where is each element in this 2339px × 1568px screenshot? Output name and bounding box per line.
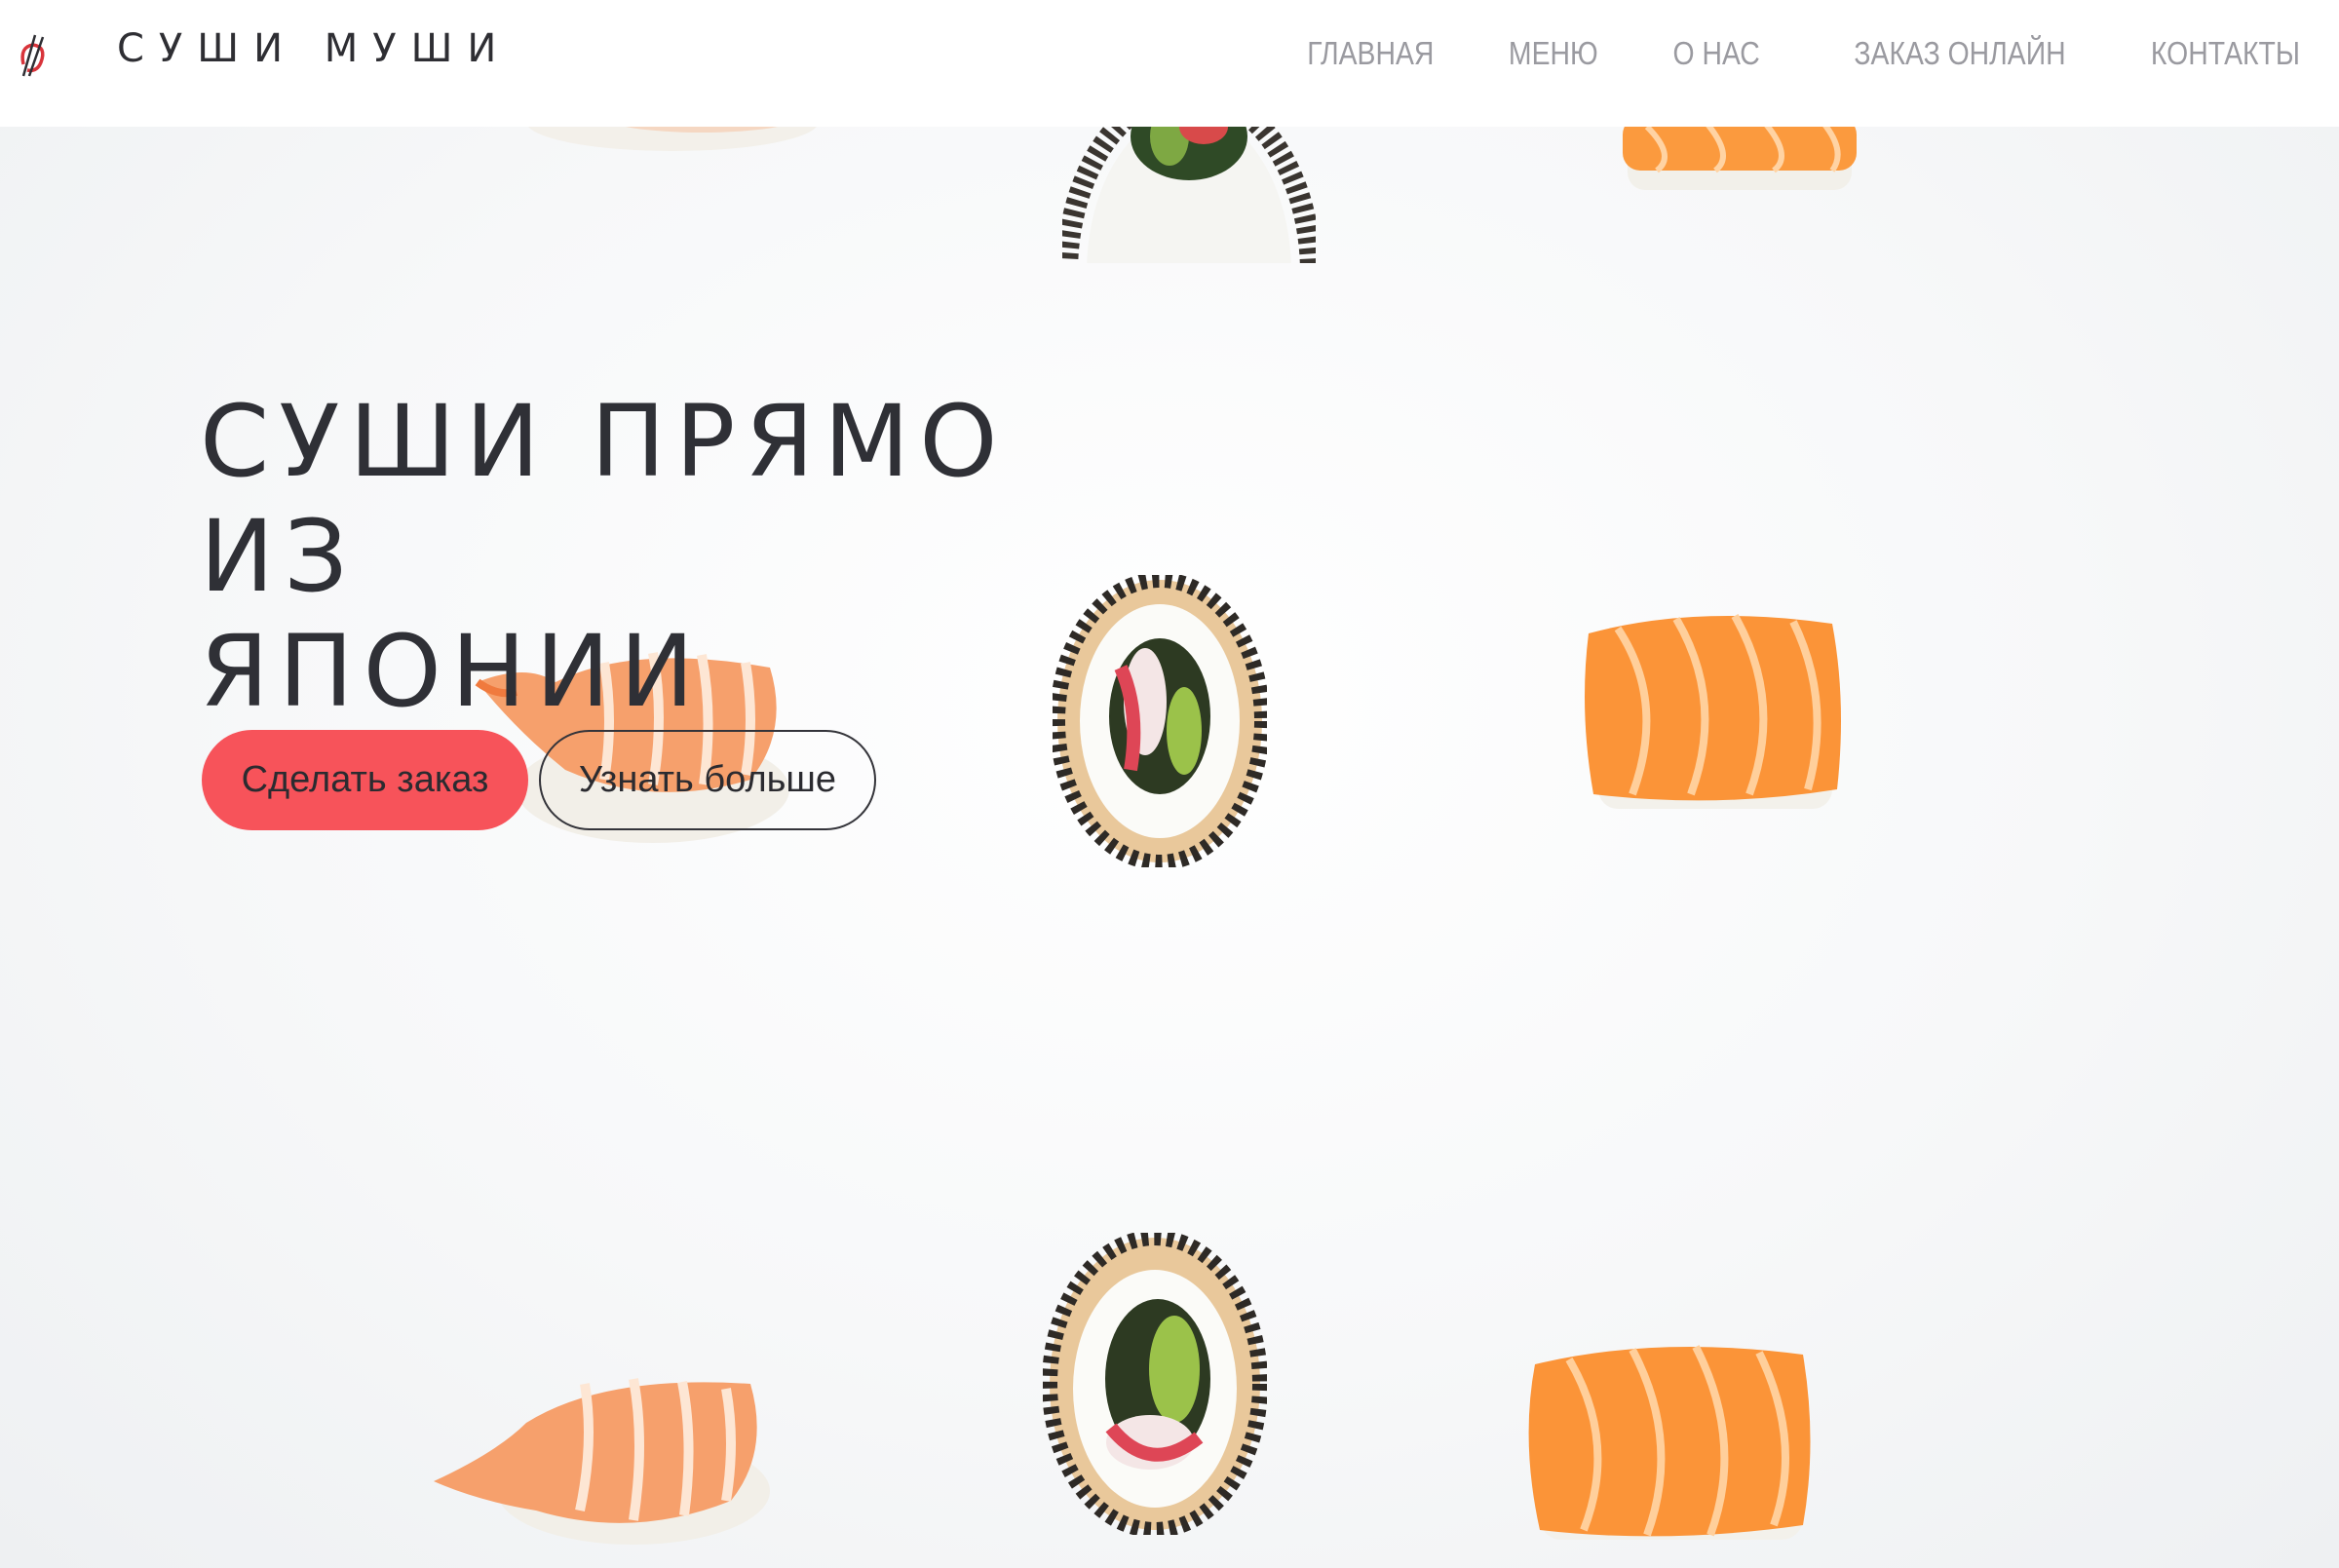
main-nav: ГЛАВНАЯ МЕНЮ О НАС ЗАКАЗ ОНЛАЙН КОНТАКТЫ — [1286, 35, 2300, 72]
brand-name[interactable]: СУШИ МУШИ — [117, 29, 511, 68]
salmon-nigiri-image — [1528, 1345, 1811, 1540]
nav-item-order-online[interactable]: ЗАКАЗ ОНЛАЙН — [1855, 35, 2066, 72]
nav-item-contacts[interactable]: КОНТАКТЫ — [2151, 35, 2300, 72]
shrimp-nigiri-image — [434, 1378, 770, 1545]
salmon-nigiri-image — [1585, 614, 1841, 809]
chopsticks-logo-icon[interactable] — [10, 27, 57, 82]
hero-headline: СУШИ ПРЯМО ИЗ ЯПОНИИ — [200, 385, 1077, 730]
site-header: СУШИ МУШИ ГЛАВНАЯ МЕНЮ О НАС ЗАКАЗ ОНЛАЙ… — [0, 0, 2339, 127]
hero-headline-line1: СУШИ ПРЯМО ИЗ — [200, 384, 1008, 615]
nav-item-home[interactable]: ГЛАВНАЯ — [1307, 35, 1434, 72]
salmon-nigiri-image — [1623, 117, 1857, 190]
nav-item-menu[interactable]: МЕНЮ — [1509, 35, 1598, 72]
nav-item-about[interactable]: О НАС — [1672, 35, 1759, 72]
uramaki-roll-image — [1043, 1233, 1267, 1535]
uramaki-roll-image — [1053, 575, 1267, 867]
order-button[interactable]: Сделать заказ — [202, 730, 528, 830]
learn-more-button[interactable]: Узнать больше — [539, 730, 876, 830]
hero-headline-line2: ЯПОНИИ — [200, 614, 705, 730]
